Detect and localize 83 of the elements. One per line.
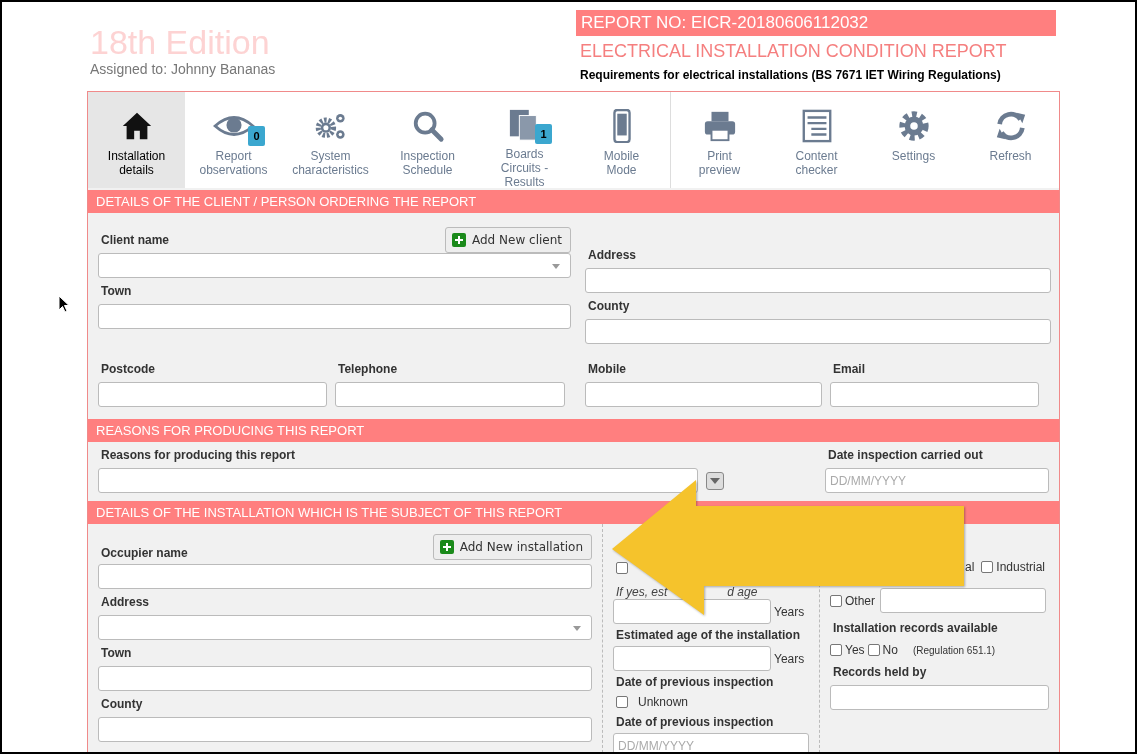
field-label: Estimated age of the installation [616,628,802,642]
toolbar-tab[interactable]: System characteristics [282,92,379,188]
dropdown-button[interactable] [706,471,724,490]
input-field[interactable] [585,319,1051,344]
checkbox[interactable] [616,696,628,708]
section-header: REASONS FOR PRODUCING THIS REPORT [88,419,1059,442]
input-field[interactable] [98,304,571,329]
count-badge: 1 [535,124,552,144]
checkbox[interactable] [867,644,880,656]
input-field[interactable] [585,382,822,407]
hint-text: If yes, est [616,585,668,599]
report-title: ELECTRICAL INSTALLATION CONDITION REPORT [580,41,1008,62]
regulation-note: (Regulation 651.1) [912,644,996,656]
add-installation-button[interactable]: Add New installation [432,534,592,560]
field-label: Address [101,595,151,609]
toolbar-tab[interactable]: Inspection Schedule [379,92,476,188]
date-field[interactable]: DD/MM/YYYY [825,468,1049,493]
checkbox[interactable] [830,594,842,607]
toolbar-button[interactable]: Print preview [671,92,768,188]
unit-text: Years [774,651,805,666]
caret-icon [573,626,581,631]
checkbox[interactable] [981,561,994,573]
input-field[interactable] [880,588,1046,613]
field-label: Occupier name [101,546,188,560]
add-client-button[interactable]: Add New client [445,227,571,253]
field-label: Town [101,284,133,298]
field-label: Installation records available [833,621,999,635]
assigned-text: Assigned to: Johnny Bananas [90,61,276,77]
field-label: Telephone [338,362,399,376]
field-label: Mobile [588,362,627,376]
input-field[interactable] [335,382,565,407]
checkbox-label: No [882,643,898,657]
input-field[interactable] [585,268,1051,293]
field-label: Postcode [101,362,156,376]
field-label: Reasons for producing this report [101,448,296,462]
field-label: Client name [101,233,169,247]
checkbox[interactable] [616,562,628,574]
checkbox-label: Unknown [638,695,689,709]
toolbar-tab[interactable]: 1 Boards Circuits - Results [476,92,573,188]
field-label: Email [833,362,866,376]
field-label: County [101,697,144,711]
toolbar-tab[interactable]: Mobile Mode [573,92,670,188]
checkbox[interactable] [830,644,842,656]
count-badge: 0 [248,126,265,146]
toolbar-button[interactable]: Content checker [768,92,865,188]
field-label: Address [588,248,638,262]
toolbar-tab[interactable]: Installation details [88,92,185,188]
field-label: Date of previous inspection [616,715,775,729]
input-field[interactable] [98,382,327,407]
hint-text: d age [727,585,758,599]
caret-icon [552,264,560,269]
field-label: County [588,299,631,313]
field-label: Date inspection carried out [828,448,984,462]
toolbar-tab[interactable]: 0 Report observations [185,92,282,188]
cursor-icon [58,295,70,313]
input-field[interactable] [98,564,592,589]
report-number-banner: REPORT NO: EICR-20180606112032 [576,10,1056,36]
report-subtitle: Requirements for electrical installations (BS 7671 IET Wiring Regulations) [580,68,1002,82]
checkbox-label: al [964,560,975,574]
printer-icon [702,109,737,143]
input-field[interactable] [830,382,1039,407]
plus-icon [439,540,454,554]
checkbox-label: Yes [845,643,865,657]
unit-text: Years [774,604,805,619]
section-header: DETAILS OF THE CLIENT / PERSON ORDERING THE REPORT [88,190,1059,213]
checkbox-label: Other [845,593,875,608]
input-field[interactable] [98,666,592,691]
toolbar-button[interactable]: Settings [865,92,962,188]
input-field[interactable] [613,646,771,671]
address-select[interactable] [98,615,592,640]
field-label: Date of previous inspection [616,675,775,689]
toolbar-button[interactable]: Refresh [962,92,1059,188]
input-field[interactable] [830,685,1049,710]
input-field[interactable] [613,599,771,624]
plus-icon [452,233,466,247]
date-field[interactable]: DD/MM/YYYY [613,733,809,752]
input-field[interactable] [98,468,698,493]
input-field[interactable] [98,717,592,742]
field-label: Town [101,646,133,660]
checkbox-label: Industrial [996,560,1045,574]
field-label: Records held by [833,665,928,679]
settings-icon [896,109,931,143]
client-select[interactable] [98,253,571,278]
